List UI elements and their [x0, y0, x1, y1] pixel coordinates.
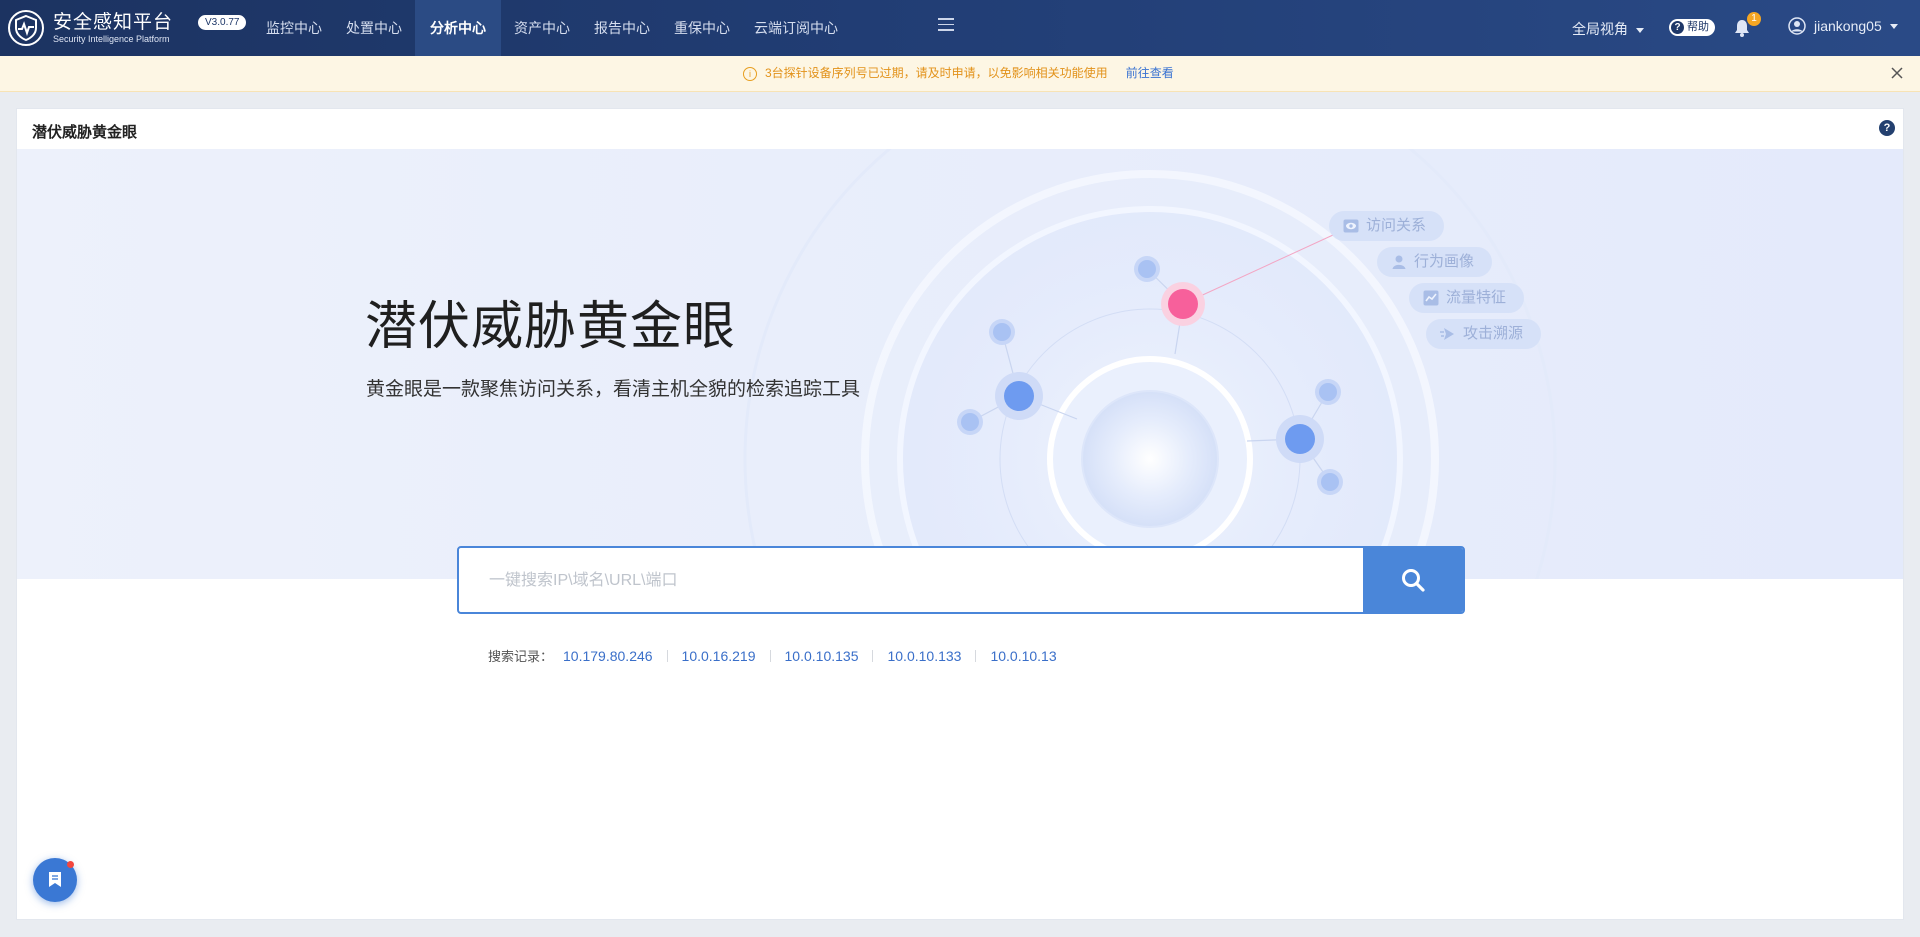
history-item[interactable]: 10.179.80.246 — [563, 648, 653, 664]
search-history-label: 搜索记录： — [488, 649, 554, 664]
tag-label: 攻击溯源 — [1463, 325, 1524, 342]
version-badge: V3.0.77 — [198, 15, 247, 30]
top-nav-bar: 安全感知平台 Security Intelligence Platform V3… — [0, 0, 1920, 56]
help-button[interactable]: ? 帮助 — [1669, 19, 1715, 36]
user-icon — [1392, 255, 1406, 269]
hero-banner: 潜伏威胁黄金眼 黄金眼是一款聚焦访问关系，看清主机全貌的检索追踪工具 访问关系 … — [17, 149, 1903, 579]
nav-disposal-center[interactable]: 处置中心 — [335, 0, 413, 56]
search-history: 搜索记录： 10.179.80.246 10.0.16.219 10.0.10.… — [488, 646, 1057, 665]
notice-text: 3台探针设备序列号已过期，请及时申请，以免影响相关功能使用 — [765, 66, 1108, 80]
history-item[interactable]: 10.0.16.219 — [682, 648, 756, 664]
tag-label: 行为画像 — [1414, 253, 1475, 270]
divider — [666, 649, 668, 662]
history-item[interactable]: 10.0.10.133 — [887, 648, 961, 664]
tag-label: 流量特征 — [1446, 289, 1507, 306]
question-icon: ? — [1671, 21, 1684, 34]
notice-bar: i 3台探针设备序列号已过期，请及时申请，以免影响相关功能使用 前往查看 — [0, 56, 1920, 92]
search-button[interactable] — [1363, 548, 1463, 612]
app-title: 安全感知平台 — [53, 11, 174, 33]
divider — [769, 649, 771, 662]
hero-title: 潜伏威胁黄金眼 — [365, 298, 737, 356]
hero-subtitle: 黄金眼是一款聚焦访问关系，看清主机全貌的检索追踪工具 — [366, 379, 861, 400]
eye-icon — [1343, 219, 1359, 233]
more-menu-icon[interactable] — [938, 18, 954, 32]
notice-link[interactable]: 前往查看 — [1126, 56, 1174, 91]
notification-dot — [67, 861, 74, 868]
nav-cloud-subscription-center[interactable]: 云端订阅中心 — [743, 0, 849, 56]
user-avatar-icon — [1788, 17, 1806, 35]
main-panel: 潜伏威胁黄金眼 ? 潜伏威胁黄金眼 黄金眼是一款聚焦访问关系，看清主机全貌的检索… — [16, 108, 1904, 920]
history-item[interactable]: 10.0.10.135 — [785, 648, 859, 664]
tag-behavior-profile: 行为画像 — [1377, 247, 1493, 277]
app-subtitle: Security Intelligence Platform — [53, 33, 170, 44]
notification-badge: 1 — [1747, 12, 1761, 26]
nav-report-center[interactable]: 报告中心 — [583, 0, 661, 56]
chart-trend-icon — [1423, 290, 1439, 306]
history-item[interactable]: 10.0.10.13 — [990, 648, 1056, 664]
divider — [872, 649, 874, 662]
app-logo[interactable]: 安全感知平台 Security Intelligence Platform — [8, 8, 173, 48]
user-menu[interactable]: jiankong05 — [1788, 17, 1898, 35]
view-switch-dropdown[interactable]: 全局视角 — [1572, 19, 1644, 39]
nav-monitor-center[interactable]: 监控中心 — [255, 0, 333, 56]
network-illustration — [743, 149, 1557, 579]
nav-protection-center[interactable]: 重保中心 — [663, 0, 741, 56]
search-box — [457, 546, 1465, 614]
nav-analysis-center[interactable]: 分析中心 — [415, 0, 501, 56]
divider — [975, 649, 977, 662]
panel-help-icon[interactable]: ? — [1879, 120, 1895, 136]
tag-label: 访问关系 — [1366, 217, 1427, 234]
floating-guide-button[interactable] — [33, 858, 77, 902]
tag-traffic-feature: 流量特征 — [1409, 283, 1525, 313]
info-icon: i — [743, 66, 757, 81]
caret-down-icon — [1636, 27, 1644, 33]
send-arrow-icon — [1440, 328, 1454, 340]
username: jiankong05 — [1814, 18, 1882, 34]
search-icon — [1402, 569, 1425, 592]
view-switch-label: 全局视角 — [1572, 21, 1628, 37]
search-input[interactable] — [459, 548, 1397, 612]
tag-access-relation: 访问关系 — [1329, 211, 1445, 241]
panel-title: 潜伏威胁黄金眼 — [32, 124, 138, 141]
nav-asset-center[interactable]: 资产中心 — [503, 0, 581, 56]
panel-header: 潜伏威胁黄金眼 ? — [17, 109, 1903, 150]
close-icon[interactable] — [1890, 66, 1904, 80]
main-nav: 监控中心 处置中心 分析中心 资产中心 报告中心 重保中心 云端订阅中心 — [255, 0, 851, 56]
caret-down-icon — [1889, 23, 1898, 29]
shield-logo-icon — [8, 10, 44, 46]
tag-attack-tracing: 攻击溯源 — [1426, 319, 1542, 349]
help-label: 帮助 — [1687, 21, 1709, 33]
bookmark-icon — [49, 872, 61, 887]
